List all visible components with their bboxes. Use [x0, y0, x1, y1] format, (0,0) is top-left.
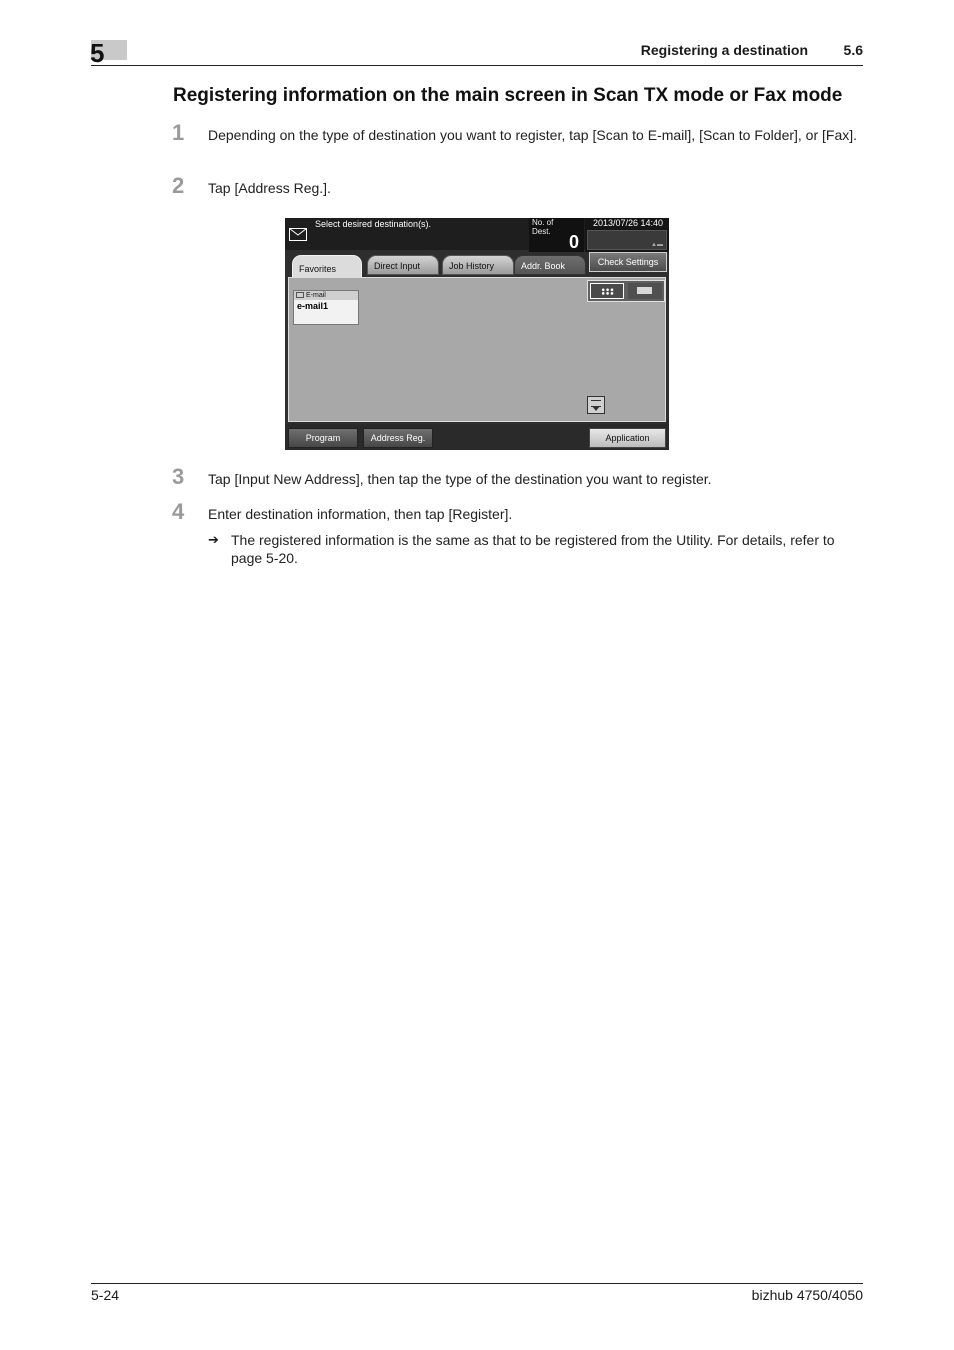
tab-direct-input[interactable]: Direct Input — [367, 255, 439, 275]
bottom-bar: Program Address Reg. Application — [285, 424, 669, 450]
destination-type: E-mail — [294, 291, 358, 300]
program-button[interactable]: Program — [288, 428, 358, 448]
step-text-2: Tap [Address Reg.]. — [208, 180, 331, 196]
destination-type-label: E-mail — [306, 292, 326, 299]
destination-count-value: 0 — [569, 232, 580, 252]
list-view-button[interactable] — [628, 283, 662, 299]
email-type-icon — [296, 292, 304, 298]
grid-view-button[interactable] — [590, 283, 624, 299]
control-panel-screen: Select desired destination(s). No. of De… — [285, 218, 669, 450]
application-button[interactable]: Application — [589, 428, 666, 448]
chapter-number: 5 — [90, 38, 105, 68]
footer-rule — [91, 1283, 863, 1284]
step-number-4: 4 — [172, 499, 185, 524]
header-rule — [91, 65, 863, 66]
running-header-section: 5.6 — [843, 42, 863, 58]
destination-list-area: E-mail e-mail1 — [288, 277, 666, 422]
screen-message: Select desired destination(s). — [315, 219, 432, 229]
view-toggle — [587, 280, 665, 302]
step-number-1: 1 — [172, 120, 185, 145]
datetime-text: 2013/07/26 14:40 — [593, 218, 664, 228]
tab-favorites[interactable]: Favorites — [292, 255, 362, 278]
indicator-icon: ▲▬ — [651, 242, 663, 248]
section-heading: Registering information on the main scre… — [173, 85, 843, 106]
destination-card[interactable]: E-mail e-mail1 — [293, 290, 359, 325]
step-number-3: 3 — [172, 464, 185, 489]
destination-count-label: No. of Dest. — [532, 218, 554, 236]
step-text-4: Enter destination information, then tap … — [208, 506, 513, 522]
page-number: 5-24 — [91, 1287, 120, 1303]
step-number-2: 2 — [172, 173, 185, 198]
tab-addr-book[interactable]: Addr. Book — [514, 255, 586, 275]
datetime-field: ▲▬ — [587, 230, 667, 250]
destination-count: No. of Dest. 0 — [529, 218, 584, 252]
envelope-icon — [289, 228, 307, 241]
check-settings-button[interactable]: Check Settings — [589, 252, 667, 272]
note-text: The registered information is the same a… — [231, 532, 835, 566]
grid-view-icon — [601, 288, 614, 295]
step-text-3: Tap [Input New Address], then tap the ty… — [208, 471, 712, 487]
scroll-down-button[interactable] — [587, 396, 605, 414]
scroll-down-icon — [592, 406, 600, 411]
address-reg-button[interactable]: Address Reg. — [363, 428, 433, 448]
destination-name: e-mail1 — [297, 301, 329, 311]
tab-job-history[interactable]: Job History — [442, 255, 514, 275]
note-arrow-icon: ➔ — [208, 532, 219, 547]
running-header-title: Registering a destination — [640, 42, 808, 58]
list-view-icon — [637, 287, 652, 294]
datetime-panel: 2013/07/26 14:40 ▲▬ — [585, 218, 669, 252]
product-name: bizhub 4750/4050 — [751, 1287, 863, 1303]
step-text-1: Depending on the type of destination you… — [208, 127, 858, 143]
